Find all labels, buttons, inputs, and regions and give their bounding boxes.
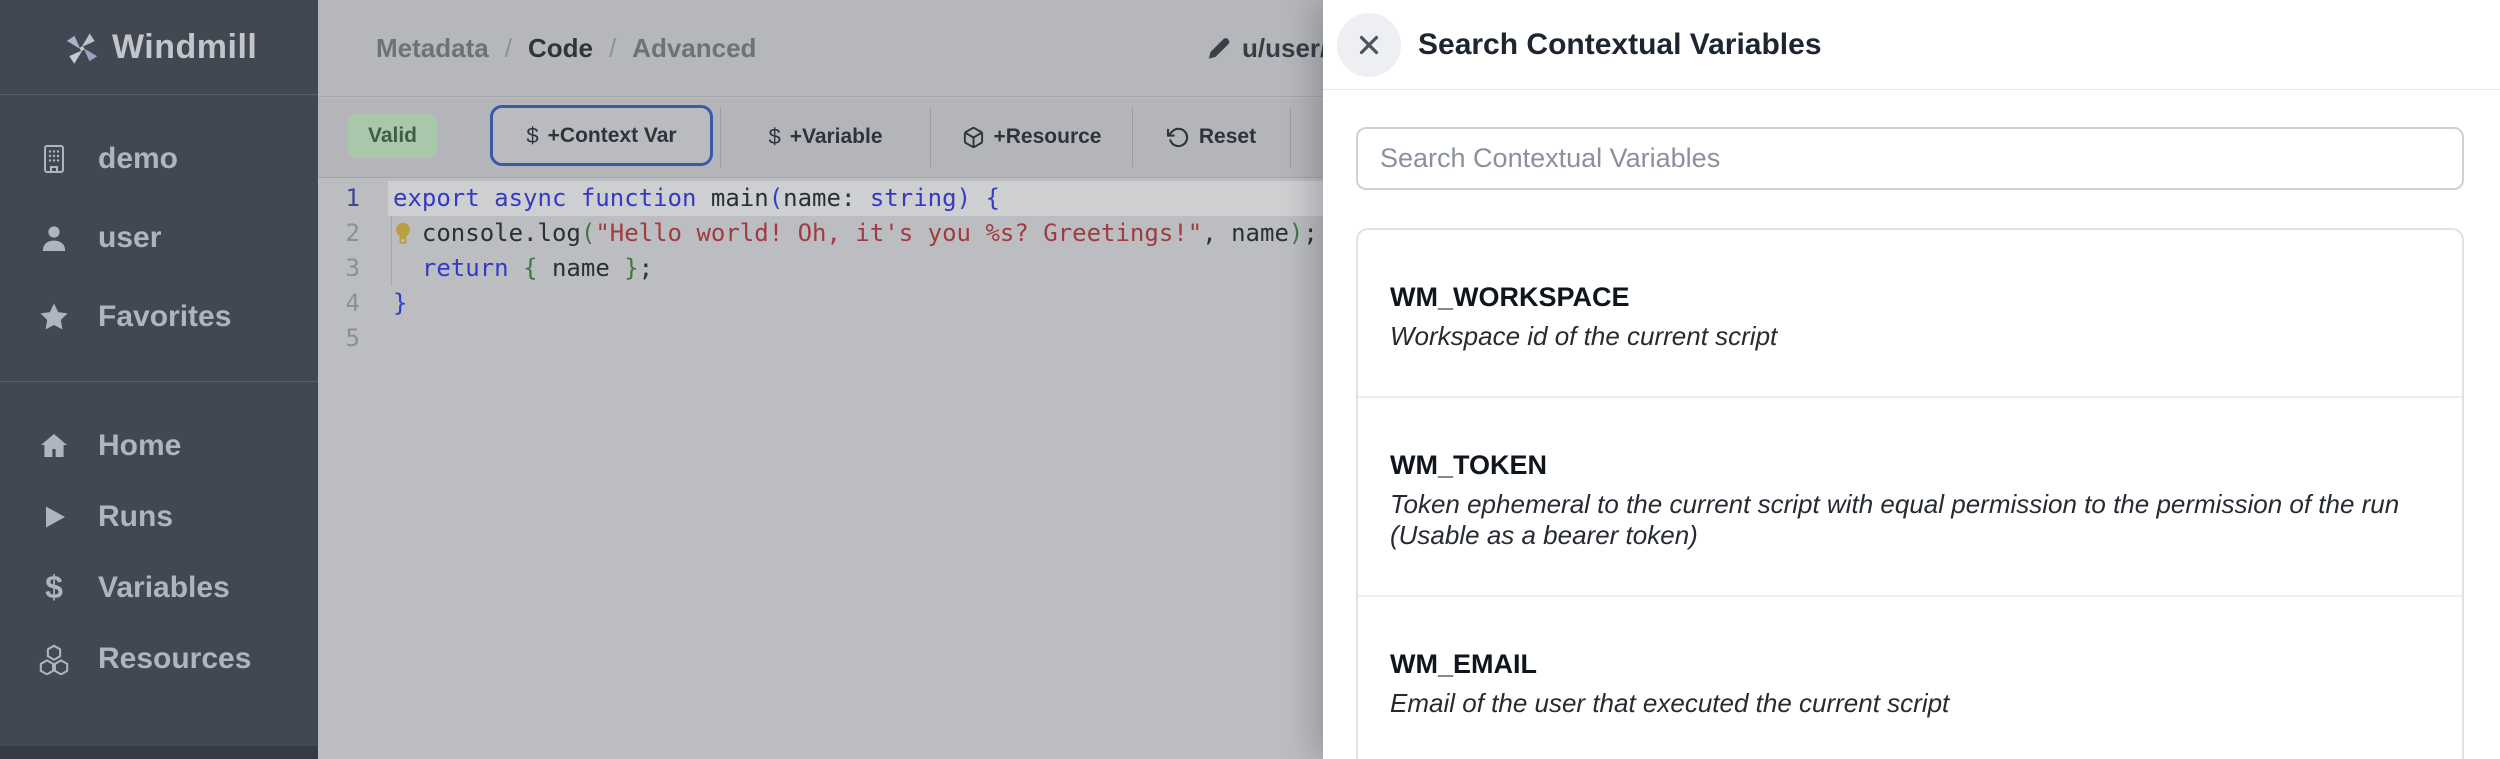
sidebar: Windmill demo user Favorites Home Runs $ Vari… xyxy=(0,0,318,759)
sidebar-item-demo[interactable]: demo xyxy=(0,119,318,198)
code-text: console.log("Hello world! Oh, it's you %… xyxy=(393,216,1318,251)
sidebar-item-label: Resources xyxy=(98,642,251,676)
code-line-5[interactable]: 5 xyxy=(318,321,1323,356)
sidebar-item-resources[interactable]: Resources xyxy=(0,623,318,694)
sidebar-item-label: Variables xyxy=(98,571,230,605)
context-var-label: +Context Var xyxy=(548,124,677,148)
add-context-var-button[interactable]: $ +Context Var xyxy=(490,105,713,166)
toolbar: Valid $ +Context Var $ +Variable +Resour… xyxy=(318,98,1323,178)
reset-button[interactable]: Reset xyxy=(1132,107,1290,167)
variable-label: +Variable xyxy=(790,125,883,149)
code-editor[interactable]: 1 export async function main(name: string… xyxy=(318,179,1323,759)
breadcrumb-separator: / xyxy=(609,33,616,64)
editor-area: Metadata / Code / Advanced u/user/l Valid $ … xyxy=(318,0,1323,759)
line-number: 4 xyxy=(318,286,360,321)
drawer-title: Search Contextual Variables xyxy=(1418,0,1822,90)
dollar-icon: $ xyxy=(526,123,538,149)
script-path[interactable]: u/user/l xyxy=(1205,0,1323,97)
close-drawer-button[interactable] xyxy=(1337,13,1401,77)
tab-code[interactable]: Code xyxy=(528,33,593,64)
add-resource-button[interactable]: +Resource xyxy=(930,107,1132,167)
contextual-variables-drawer: Search Contextual Variables WM_WORKSPACE… xyxy=(1323,0,2500,759)
variable-description: Workspace id of the current script xyxy=(1390,321,2430,352)
code-line-1[interactable]: 1 export async function main(name: string… xyxy=(318,181,1323,216)
add-variable-button[interactable]: $ +Variable xyxy=(720,107,930,167)
code-line-4[interactable]: 4} xyxy=(318,286,1323,321)
building-icon xyxy=(36,141,72,177)
sidebar-item-variables[interactable]: $ Variables xyxy=(0,552,318,623)
variable-name: WM_TOKEN xyxy=(1390,448,2430,482)
code-line-2[interactable]: 2 console.log("Hello world! Oh, it's you… xyxy=(318,216,1323,251)
windmill-logo-icon xyxy=(62,27,102,67)
variable-name: WM_WORKSPACE xyxy=(1390,280,2430,314)
variable-description: Token ephemeral to the current script wi… xyxy=(1390,489,2430,551)
boxes-icon xyxy=(36,641,72,677)
contextual-variable-item[interactable]: WM_WORKSPACE Workspace id of the current … xyxy=(1358,230,2462,396)
line-number: 3 xyxy=(318,251,360,286)
sidebar-item-label: user xyxy=(98,221,161,255)
play-icon xyxy=(36,499,72,535)
sidebar-divider xyxy=(0,381,318,382)
person-icon xyxy=(36,220,72,256)
contextual-variables-list: WM_WORKSPACE Workspace id of the current … xyxy=(1356,228,2464,759)
sidebar-item-user[interactable]: user xyxy=(0,198,318,277)
toolbar-button-group: $ +Variable +Resource Reset xyxy=(720,107,1323,167)
indent-guide xyxy=(391,251,392,286)
sidebar-item-favorites[interactable]: Favorites xyxy=(0,277,318,356)
dollar-icon: $ xyxy=(768,124,780,150)
line-number: 2 xyxy=(318,216,360,251)
main-nav: Home Runs $ Variables Resources xyxy=(0,410,318,694)
windmill-app: Windmill demo user Favorites Home Runs $ Vari… xyxy=(0,0,2500,759)
sidebar-item-runs[interactable]: Runs xyxy=(0,481,318,552)
code-text: return { name }; xyxy=(393,251,653,286)
contextual-variable-item[interactable]: WM_TOKEN Token ephemeral to the current s… xyxy=(1358,396,2462,595)
drawer-header: Search Contextual Variables xyxy=(1323,0,2500,90)
sidebar-item-label: Favorites xyxy=(98,300,231,334)
sidebar-item-label: demo xyxy=(98,142,178,176)
breadcrumb: Metadata / Code / Advanced xyxy=(376,0,756,97)
search-input[interactable] xyxy=(1356,127,2464,190)
code-line-3[interactable]: 3 return { name }; xyxy=(318,251,1323,286)
code-text: } xyxy=(393,286,407,321)
close-icon xyxy=(1354,30,1384,60)
home-icon xyxy=(36,428,72,464)
sidebar-item-label: Runs xyxy=(98,500,173,534)
code-text: export async function main(name: string)… xyxy=(393,181,1000,216)
toolbar-cutoff-button[interactable] xyxy=(1290,107,1323,167)
variable-description: Email of the user that executed the curr… xyxy=(1390,688,2430,719)
validity-badge: Valid xyxy=(348,114,437,158)
workspace-menu: demo user Favorites xyxy=(0,119,318,356)
sidebar-item-label: Home xyxy=(98,429,181,463)
workspace-logo[interactable]: Windmill xyxy=(0,0,318,95)
reset-icon xyxy=(1167,126,1190,149)
topbar: Metadata / Code / Advanced u/user/l xyxy=(318,0,1323,97)
sidebar-bottom-bar xyxy=(0,746,318,759)
line-number: 5 xyxy=(318,321,360,356)
pencil-icon xyxy=(1205,35,1232,62)
star-icon xyxy=(36,299,72,335)
contextual-variable-item[interactable]: WM_EMAIL Email of the user that executed … xyxy=(1358,595,2462,759)
tab-advanced[interactable]: Advanced xyxy=(632,33,756,64)
variable-name: WM_EMAIL xyxy=(1390,647,2430,681)
sidebar-item-home[interactable]: Home xyxy=(0,410,318,481)
resource-label: +Resource xyxy=(994,125,1102,149)
tab-metadata[interactable]: Metadata xyxy=(376,33,489,64)
reset-label: Reset xyxy=(1199,125,1256,149)
logo-text: Windmill xyxy=(112,28,257,67)
dollar-icon: $ xyxy=(36,570,72,606)
line-number: 1 xyxy=(318,181,360,216)
script-path-text: u/user/l xyxy=(1242,33,1323,64)
box-icon xyxy=(962,126,985,149)
breadcrumb-separator: / xyxy=(505,33,512,64)
